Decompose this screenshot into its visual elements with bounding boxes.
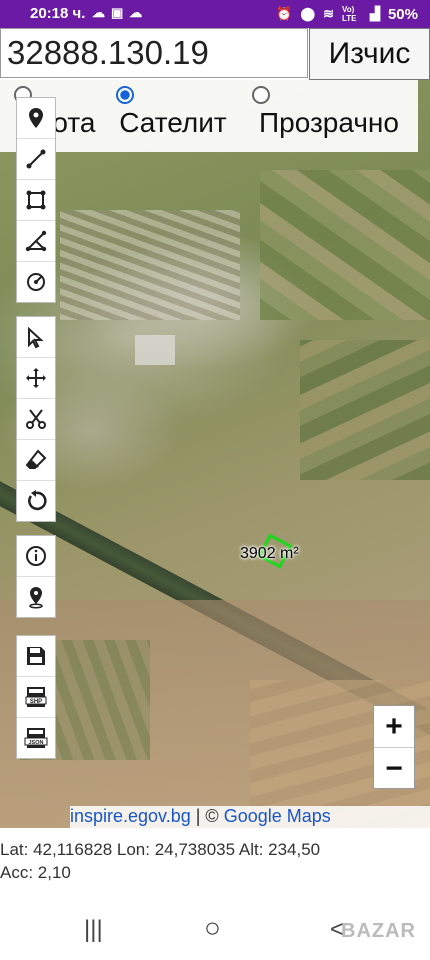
battery-level: 50% <box>387 5 418 23</box>
zoom-out-button[interactable]: − <box>374 748 414 789</box>
farm-fields <box>260 170 430 320</box>
shp-export-icon[interactable]: SHP <box>17 677 55 718</box>
weather-icon: ☁ <box>92 5 105 20</box>
info-icon[interactable] <box>17 536 55 577</box>
undo-icon[interactable] <box>17 481 55 521</box>
wifi-icon: ≋ <box>323 6 334 21</box>
cloud-icon: ☁ <box>129 5 143 20</box>
gallery-icon: ▣ <box>111 5 124 20</box>
svg-text:SHP: SHP <box>30 699 42 705</box>
status-time: 20:18 ч. <box>30 5 86 22</box>
zoom-in-button[interactable]: + <box>374 706 414 748</box>
zoom-control: + − <box>373 705 415 789</box>
circle-icon[interactable] <box>17 262 55 302</box>
recents-button[interactable]: ||| <box>84 916 103 944</box>
map-type-satellite[interactable]: Сателит <box>110 86 236 139</box>
greenhouses <box>135 335 175 365</box>
parcel-area-label: 3902 m² <box>240 545 299 562</box>
eraser-icon[interactable] <box>17 440 55 481</box>
info-toolbar <box>16 535 56 618</box>
cut-icon[interactable] <box>17 399 55 440</box>
line-icon[interactable] <box>17 139 55 180</box>
svg-text:JSON: JSON <box>29 740 44 746</box>
map-type-selector: Нрота Сателит Прозрачно <box>0 80 418 152</box>
calculate-button[interactable]: Изчис <box>309 28 430 80</box>
radio-button-checked[interactable] <box>116 86 134 104</box>
radio-button[interactable] <box>252 86 270 104</box>
accuracy-line: Acc: 2,10 <box>0 863 71 882</box>
signal-icon: ▟ <box>369 6 380 21</box>
volte-icon: Vo) LTE <box>341 5 357 23</box>
polygon-icon[interactable] <box>17 180 55 221</box>
draw-toolbar <box>16 97 56 303</box>
coordinates-panel: Lat: 42,116828 Lon: 24,738035 Alt: 234,5… <box>0 828 430 888</box>
json-export-icon[interactable]: JSON <box>17 718 55 758</box>
location-icon: ⬤ <box>300 6 316 21</box>
gps-pin-icon[interactable] <box>17 577 55 617</box>
village-area <box>60 210 240 320</box>
export-toolbar: SHP JSON <box>16 635 56 759</box>
move-icon[interactable] <box>17 358 55 399</box>
watermark: BAZAR <box>341 920 416 942</box>
satellite-map[interactable]: 3902 m² <box>0 80 430 828</box>
parcel-search-input[interactable] <box>0 28 308 78</box>
status-bar: 20:18 ч. ☁ ▣ ☁ ⏰ ⬤ ≋ Vo) LTE ▟ 50% <box>0 0 430 28</box>
attribution-link-google[interactable]: Google Maps <box>224 806 331 826</box>
coords-line: Lat: 42,116828 Lon: 24,738035 Alt: 234,5… <box>0 840 321 859</box>
measure-icon[interactable] <box>17 221 55 262</box>
map-attribution: inspire.egov.bg | © Google Maps <box>70 806 430 828</box>
attribution-link-inspire[interactable]: inspire.egov.bg <box>70 806 191 826</box>
marker-icon[interactable] <box>17 98 55 139</box>
edit-toolbar <box>16 316 56 522</box>
alarm-icon: ⏰ <box>276 6 293 21</box>
home-button[interactable]: ○ <box>204 912 221 944</box>
select-icon[interactable] <box>17 317 55 358</box>
save-icon[interactable] <box>17 636 55 677</box>
farm-fields <box>300 340 430 480</box>
map-type-transparent[interactable]: Прозрачно <box>244 86 414 139</box>
